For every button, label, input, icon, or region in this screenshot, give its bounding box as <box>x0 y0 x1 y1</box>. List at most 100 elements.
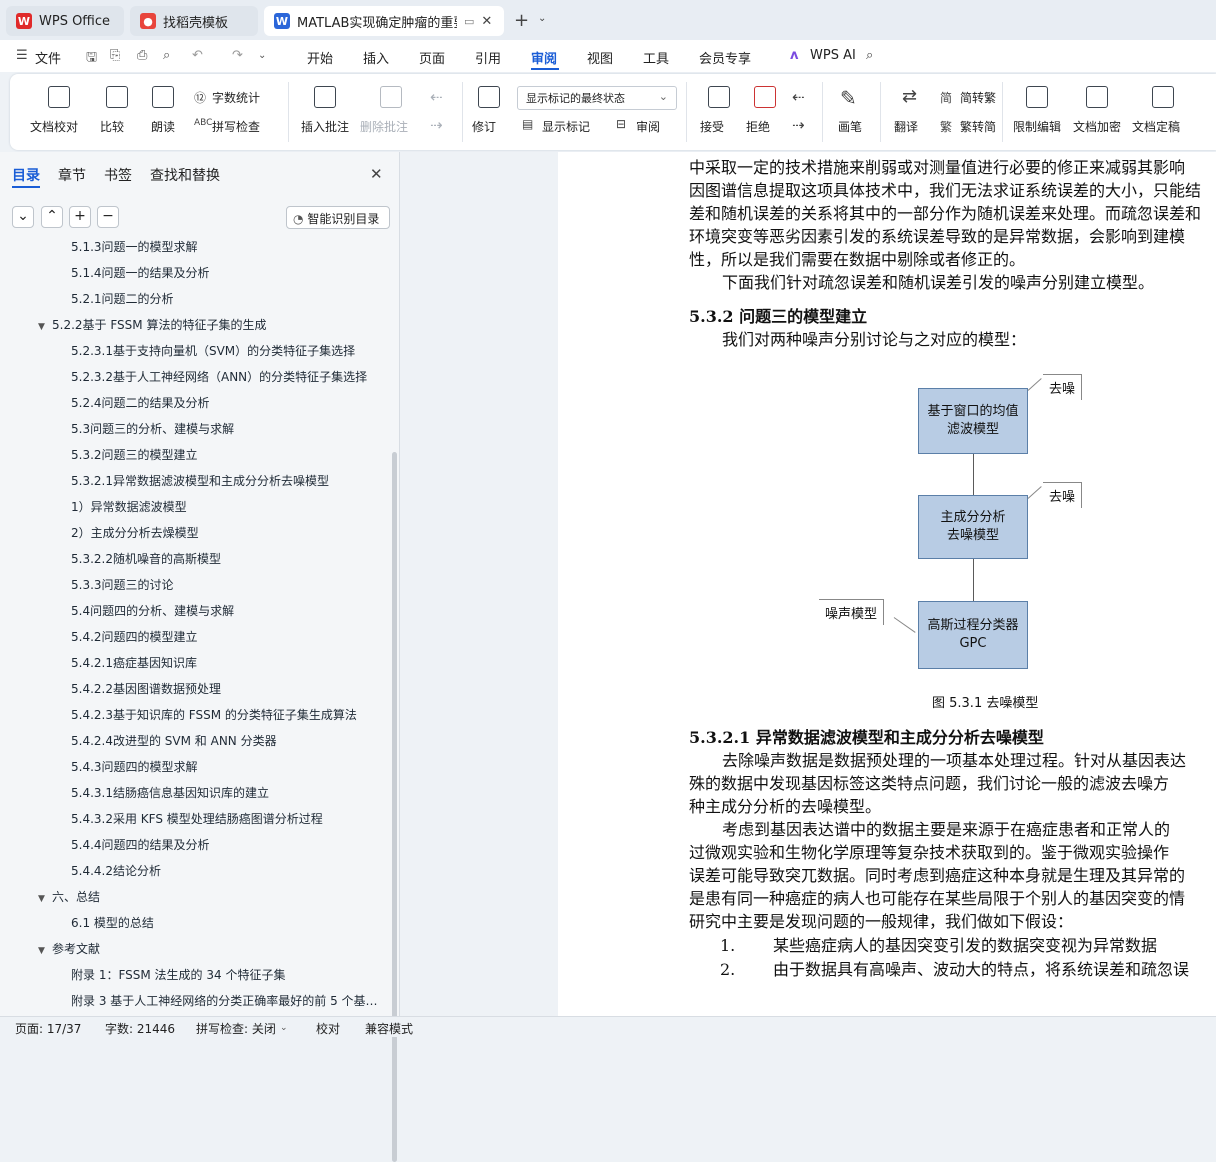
more-chevron-icon[interactable]: ⌄ <box>258 50 266 61</box>
save-icon[interactable]: 🖫 <box>86 48 97 70</box>
toc-item[interactable]: 5.3问题三的分析、建模与求解 <box>71 420 234 437</box>
toc-item[interactable]: 5.2.4问题二的结果及分析 <box>71 394 210 411</box>
menu-view[interactable]: 视图 <box>587 48 613 67</box>
toc-item[interactable]: 5.4.2.3基于知识库的 FSSM 的分类特征子集生成算法 <box>71 706 357 723</box>
translate-button[interactable]: 翻译 <box>894 118 918 135</box>
markup-state-select[interactable]: 显示标记的最终状态 ⌄ <box>517 86 677 110</box>
toc-list: 5.1.3问题一的模型求解 5.1.4问题一的结果及分析 5.2.1问题二的分析 ▼ 5… <box>0 240 398 1016</box>
menu-insert[interactable]: 插入 <box>363 48 389 67</box>
toc-item[interactable]: 6.1 模型的总结 <box>71 914 154 931</box>
delete-comment-button[interactable]: 删除批注 <box>360 118 408 135</box>
expand-arrow-icon[interactable]: ▼ <box>38 946 52 956</box>
tab-wps-office[interactable]: W WPS Office <box>6 6 124 36</box>
to-simplified-button[interactable]: 繁转简 <box>960 118 996 135</box>
tab-toc[interactable]: 目录 <box>12 165 40 185</box>
tab-find-replace[interactable]: 查找和替换 <box>150 165 220 185</box>
spell-check-status[interactable]: 拼写检查: 关闭 <box>196 1020 276 1037</box>
chevron-down-icon[interactable]: ⌄ <box>280 1023 288 1033</box>
toc-item[interactable]: 5.4问题四的分析、建模与求解 <box>71 602 234 619</box>
toc-item[interactable]: 5.4.2问题四的模型建立 <box>71 628 198 645</box>
prev-change-icon[interactable]: ⇠ <box>792 88 805 106</box>
menu-home[interactable]: 开始 <box>307 48 333 67</box>
reject-button[interactable]: 拒绝 <box>746 118 770 135</box>
compare-button[interactable]: 比较 <box>100 118 124 135</box>
new-tab-icon[interactable]: + <box>514 10 529 31</box>
encrypt-button[interactable]: 文档加密 <box>1073 118 1121 135</box>
toc-item[interactable]: 5.2.3.1基于支持向量机（SVM）的分类特征子集选择 <box>71 342 355 359</box>
remove-entry-icon[interactable]: − <box>97 206 119 228</box>
toc-item[interactable]: 1）异常数据滤波模型 <box>71 498 187 515</box>
next-change-icon[interactable]: ⇢ <box>792 116 805 134</box>
toc-item[interactable]: 5.1.4问题一的结果及分析 <box>71 264 210 281</box>
revise-button[interactable]: 修订 <box>472 118 496 135</box>
doc-check-button[interactable]: 文档校对 <box>30 118 78 135</box>
word-count-button[interactable]: 字数统计 <box>212 89 260 106</box>
toc-item[interactable]: 5.2.3.2基于人工神经网络（ANN）的分类特征子集选择 <box>71 368 367 385</box>
menu-file[interactable]: 文件 <box>35 48 61 67</box>
proof-button[interactable]: 校对 <box>316 1020 340 1037</box>
expand-arrow-icon[interactable]: ▼ <box>38 894 52 904</box>
close-pane-icon[interactable]: ✕ <box>370 165 383 183</box>
toc-item[interactable]: 5.4.4.2结论分析 <box>71 862 161 879</box>
add-entry-icon[interactable]: + <box>69 206 91 228</box>
insert-comment-button[interactable]: 插入批注 <box>301 118 349 135</box>
toc-item[interactable]: 5.3.3问题三的讨论 <box>71 576 174 593</box>
tab-template[interactable]: ● 找稻壳模板 <box>130 6 258 36</box>
restrict-edit-button[interactable]: 限制编辑 <box>1013 118 1061 135</box>
read-aloud-button[interactable]: 朗读 <box>151 118 175 135</box>
tab-document[interactable]: W MATLAB实现确定肿瘤的重要 ▭ ✕ <box>264 6 504 36</box>
accept-button[interactable]: 接受 <box>700 118 724 135</box>
print-preview-icon[interactable]: ⌕ <box>163 48 170 63</box>
toc-item[interactable]: 5.4.2.4改进型的 SVM 和 ANN 分类器 <box>71 732 277 749</box>
toc-item[interactable]: 5.4.3.1结肠癌信息基因知识库的建立 <box>71 784 269 801</box>
print-icon[interactable]: ⎙ <box>137 48 147 63</box>
next-comment-icon[interactable]: ⇢ <box>430 116 443 134</box>
toc-item[interactable]: 5.4.2.2基因图谱数据预处理 <box>71 680 221 697</box>
toc-item[interactable]: 5.3.2问题三的模型建立 <box>71 446 198 463</box>
smart-toc-button[interactable]: ◔ 智能识别目录 <box>286 206 390 229</box>
expand-up-icon[interactable]: ⌃ <box>41 206 63 228</box>
hamburger-icon[interactable]: ☰ <box>16 48 28 63</box>
menu-wps-ai[interactable]: WPS AI <box>810 48 856 63</box>
spell-check-button[interactable]: 拼写检查 <box>212 118 260 135</box>
tab-sections[interactable]: 章节 <box>58 165 86 185</box>
toc-item[interactable]: ▼ 六、总结 <box>38 888 100 905</box>
finalize-button[interactable]: 文档定稿 <box>1132 118 1180 135</box>
prev-comment-icon[interactable]: ⇠ <box>430 88 443 106</box>
to-traditional-button[interactable]: 简转繁 <box>960 89 996 106</box>
menu-tools[interactable]: 工具 <box>643 48 669 67</box>
word-count[interactable]: 字数: 21446 <box>105 1020 175 1037</box>
toc-item[interactable]: 5.1.3问题一的模型求解 <box>71 240 198 255</box>
toc-item[interactable]: 附录 1：FSSM 法生成的 34 个特征子集 <box>71 966 285 983</box>
toc-item[interactable]: 5.3.2.2随机噪音的高斯模型 <box>71 550 221 567</box>
search-icon[interactable]: ⌕ <box>866 48 873 63</box>
expand-arrow-icon[interactable]: ▼ <box>38 322 52 332</box>
wps-ai-icon[interactable]: ʌ <box>790 48 798 63</box>
toc-item[interactable]: 5.3.2.1异常数据滤波模型和主成分分析去噪模型 <box>71 472 329 489</box>
toc-scrollbar[interactable] <box>392 452 397 1162</box>
menu-reference[interactable]: 引用 <box>475 48 501 67</box>
tab-bookmarks[interactable]: 书签 <box>104 165 132 185</box>
toc-item[interactable]: ▼ 5.2.2基于 FSSM 算法的特征子集的生成 <box>38 316 266 333</box>
menu-review[interactable]: 审阅 <box>531 48 557 67</box>
menu-member[interactable]: 会员专享 <box>699 48 751 67</box>
toc-item[interactable]: 附录 3 基于人工神经网络的分类正确率最好的前 5 个基… <box>71 992 378 1009</box>
toc-item[interactable]: 2）主成分分析去燥模型 <box>71 524 199 541</box>
close-tab-icon[interactable]: ✕ <box>481 14 492 29</box>
toc-item[interactable]: ▼ 参考文献 <box>38 940 100 957</box>
share-icon[interactable]: ⎘ <box>110 48 120 63</box>
menu-page[interactable]: 页面 <box>419 48 445 67</box>
show-markup-button[interactable]: 显示标记 <box>542 118 590 135</box>
toc-item[interactable]: 5.4.4问题四的结果及分析 <box>71 836 210 853</box>
toc-item[interactable]: 5.2.1问题二的分析 <box>71 290 174 307</box>
undo-icon[interactable]: ↶ <box>192 48 203 63</box>
tab-list-chevron-icon[interactable]: ⌄ <box>538 13 546 24</box>
collapse-all-icon[interactable]: ⌄ <box>12 206 34 228</box>
toc-item[interactable]: 5.4.3.2采用 KFS 模型处理结肠癌图谱分析过程 <box>71 810 323 827</box>
toc-item[interactable]: 5.4.2.1癌症基因知识库 <box>71 654 197 671</box>
page-indicator[interactable]: 页面: 17/37 <box>15 1020 81 1037</box>
review-pane-button[interactable]: 审阅 <box>636 118 660 135</box>
redo-icon[interactable]: ↷ <box>232 48 243 63</box>
toc-item[interactable]: 5.4.3问题四的模型求解 <box>71 758 198 775</box>
pen-button[interactable]: 画笔 <box>838 118 862 135</box>
